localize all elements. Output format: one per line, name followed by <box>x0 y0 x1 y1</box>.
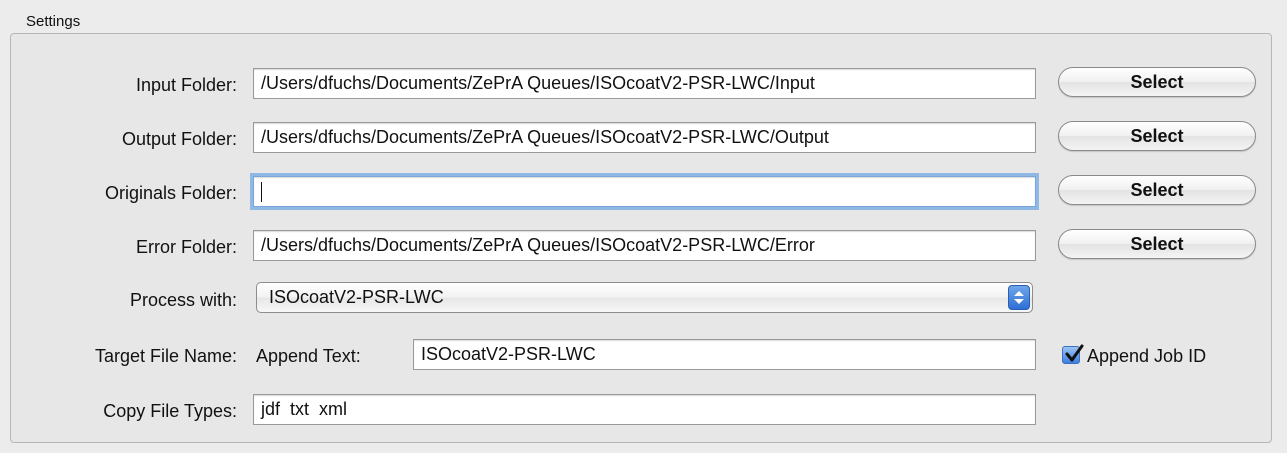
append-text-value: ISOcoatV2-PSR-LWC <box>421 344 596 364</box>
process-with-selected: ISOcoatV2-PSR-LWC <box>269 287 444 307</box>
append-job-id-label[interactable]: Append Job ID <box>1087 346 1206 367</box>
output-folder-label: Output Folder: <box>121 129 237 149</box>
input-folder-label: Input Folder: <box>135 75 237 95</box>
originals-folder-field[interactable] <box>253 176 1036 207</box>
copy-file-types-value: jdf txt xml <box>261 399 348 419</box>
error-folder-label: Error Folder: <box>135 237 237 257</box>
target-file-name-label: Target File Name: <box>94 346 237 366</box>
checkmark-icon <box>1065 344 1084 362</box>
append-job-id-checkbox[interactable] <box>1062 344 1084 364</box>
output-folder-field[interactable]: /Users/dfuchs/Documents/ZePrA Queues/ISO… <box>253 122 1036 153</box>
settings-group-title: Settings <box>26 13 81 30</box>
input-folder-select-button[interactable]: Select <box>1058 67 1256 97</box>
input-folder-value: /Users/dfuchs/Documents/ZePrA Queues/ISO… <box>261 73 815 93</box>
error-folder-field[interactable]: /Users/dfuchs/Documents/ZePrA Queues/ISO… <box>253 230 1036 261</box>
copy-file-types-label: Copy File Types: <box>103 401 237 421</box>
error-folder-select-button[interactable]: Select <box>1058 229 1256 259</box>
append-text-label: Append Text: <box>256 346 361 366</box>
updown-arrows-icon <box>1008 285 1030 310</box>
input-folder-field[interactable]: /Users/dfuchs/Documents/ZePrA Queues/ISO… <box>253 68 1036 99</box>
settings-panel: Settings Input Folder: /Users/dfuchs/Doc… <box>0 0 1287 453</box>
originals-folder-label: Originals Folder: <box>104 183 237 203</box>
error-folder-value: /Users/dfuchs/Documents/ZePrA Queues/ISO… <box>261 235 815 255</box>
process-with-select[interactable]: ISOcoatV2-PSR-LWC <box>256 282 1033 313</box>
text-caret <box>261 182 262 203</box>
output-folder-select-button[interactable]: Select <box>1058 121 1256 151</box>
process-with-label: Process with: <box>129 290 237 310</box>
copy-file-types-field[interactable]: jdf txt xml <box>253 394 1036 425</box>
append-text-field[interactable]: ISOcoatV2-PSR-LWC <box>413 339 1036 370</box>
output-folder-value: /Users/dfuchs/Documents/ZePrA Queues/ISO… <box>261 127 829 147</box>
originals-folder-select-button[interactable]: Select <box>1058 175 1256 205</box>
